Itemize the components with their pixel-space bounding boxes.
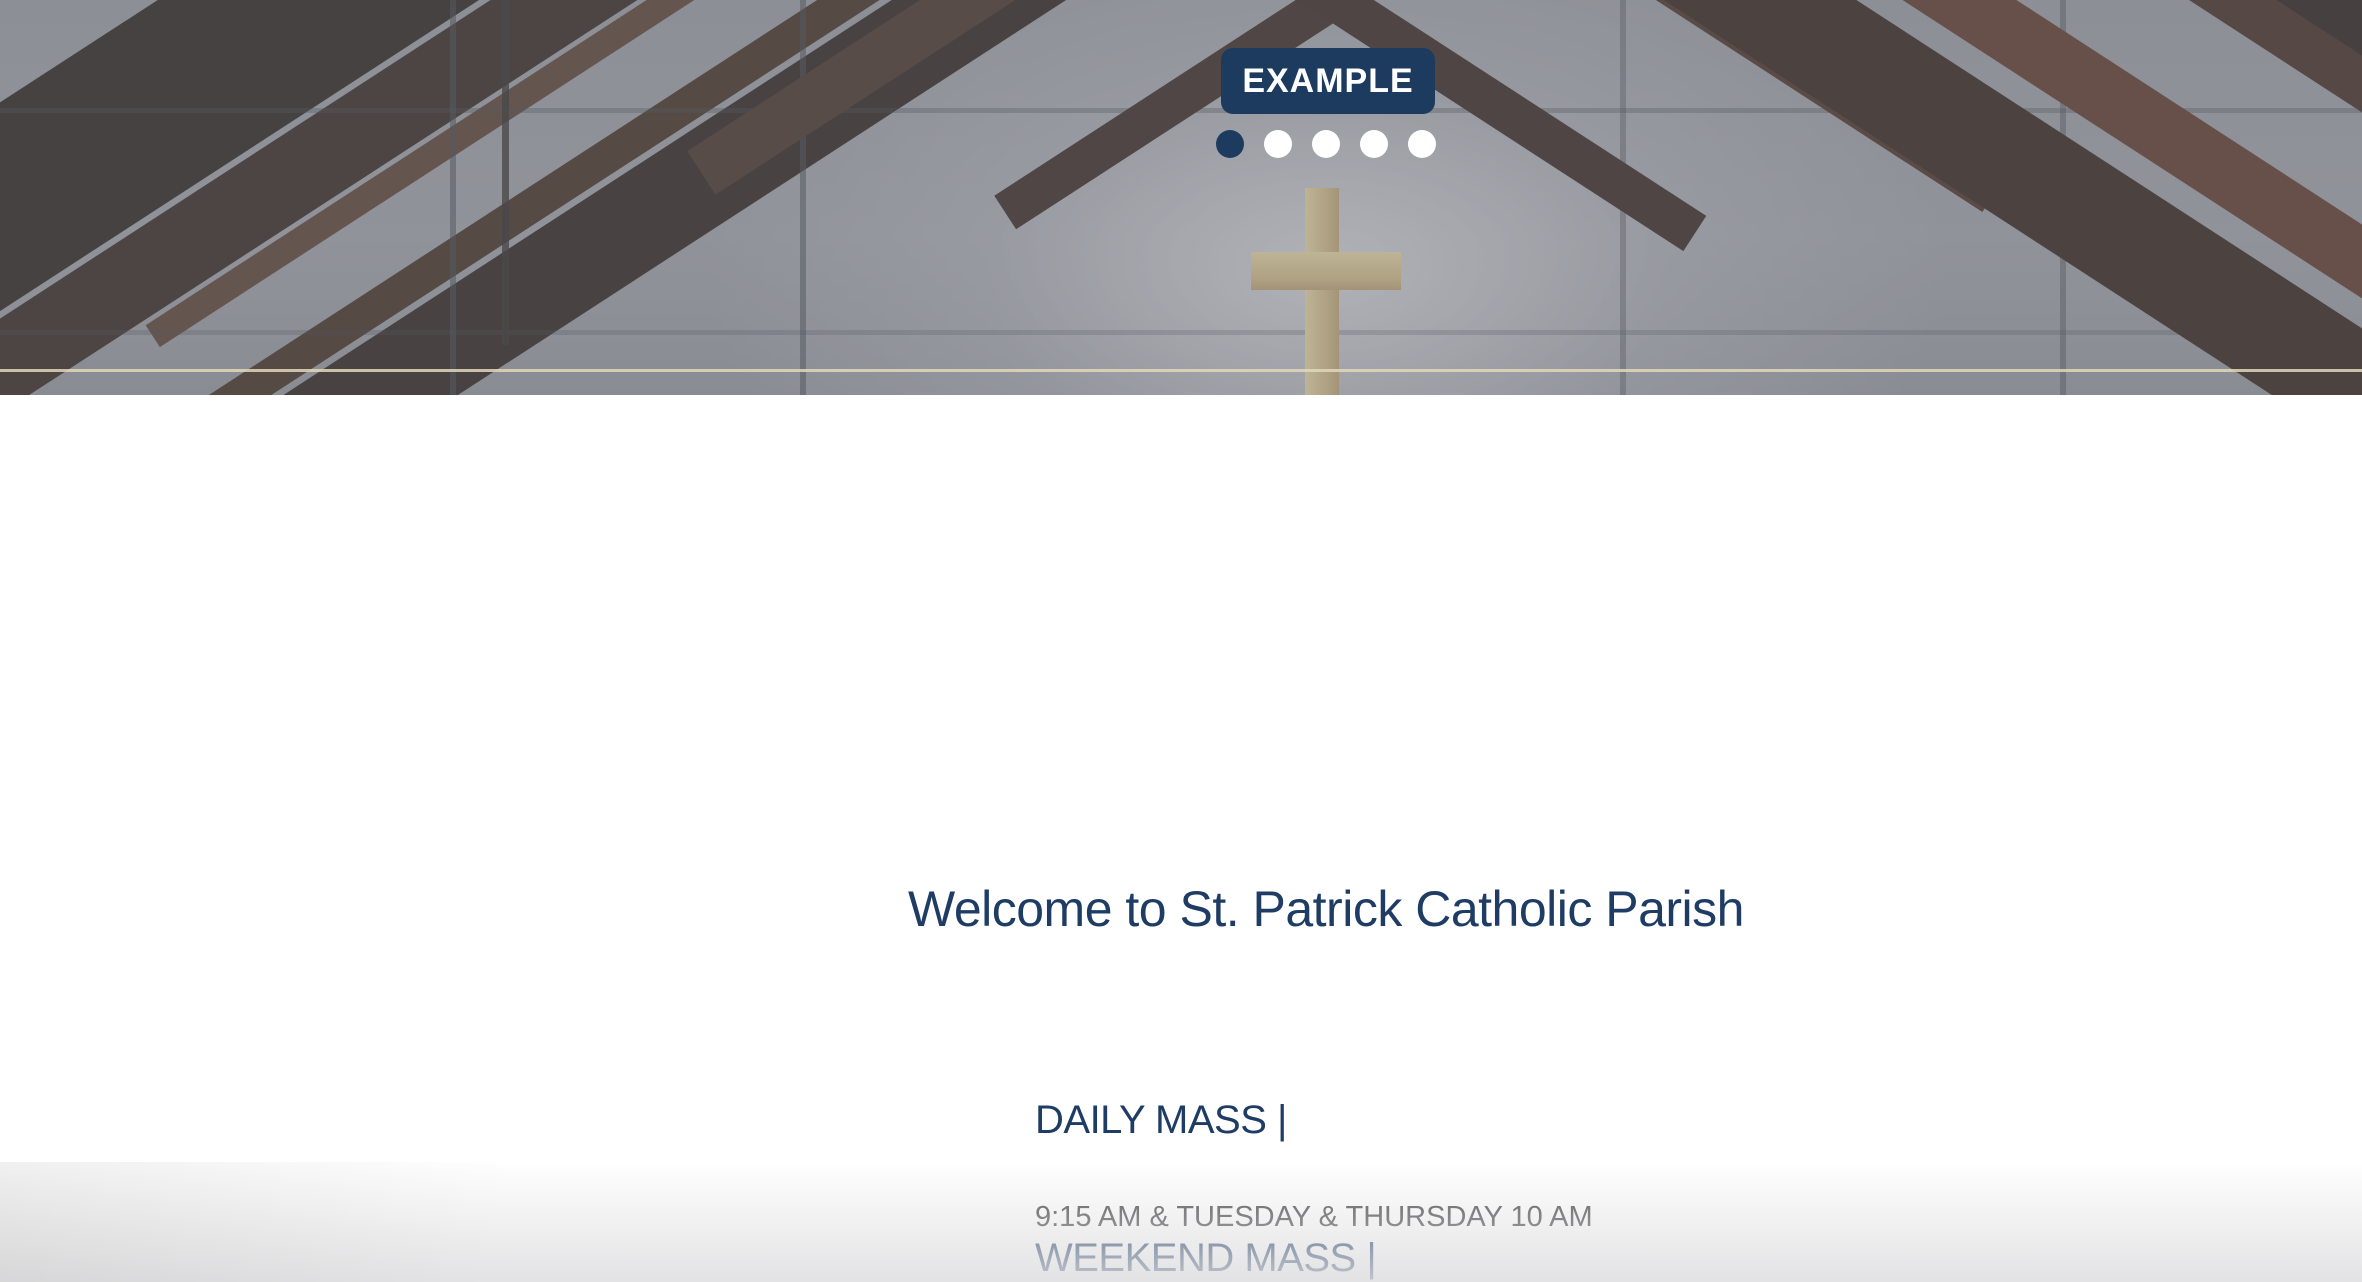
carousel-dot[interactable] (1312, 130, 1340, 158)
welcome-section: Welcome to St. Patrick Catholic Parish D… (0, 395, 2362, 1282)
hero-divider-line (0, 369, 2362, 372)
mass-schedule: DAILY MASS | 9:15 AM & TUESDAY & THURSDA… (1035, 1097, 2135, 1282)
schedule-line-daily-times: 9:15 AM & TUESDAY & THURSDAY 10 AM (1035, 1199, 2135, 1235)
church-interior-photo (0, 0, 2362, 395)
schedule-heading-daily-mass: DAILY MASS | (1035, 1097, 2135, 1143)
page-title: Welcome to St. Patrick Catholic Parish (526, 879, 2126, 939)
carousel-dots (1216, 130, 1436, 158)
carousel-dot[interactable] (1264, 130, 1292, 158)
carousel-dot[interactable] (1216, 130, 1244, 158)
carousel-dot[interactable] (1360, 130, 1388, 158)
photo-gray-overlay (0, 0, 2362, 395)
page: EXAMPLE Welcome to St. Patrick Catholic … (0, 0, 2362, 1282)
schedule-heading-weekend-mass: WEEKEND MASS | (1035, 1235, 2135, 1281)
example-button[interactable]: EXAMPLE (1221, 48, 1435, 114)
hero-slideshow: EXAMPLE (0, 0, 2362, 395)
carousel-dot[interactable] (1408, 130, 1436, 158)
